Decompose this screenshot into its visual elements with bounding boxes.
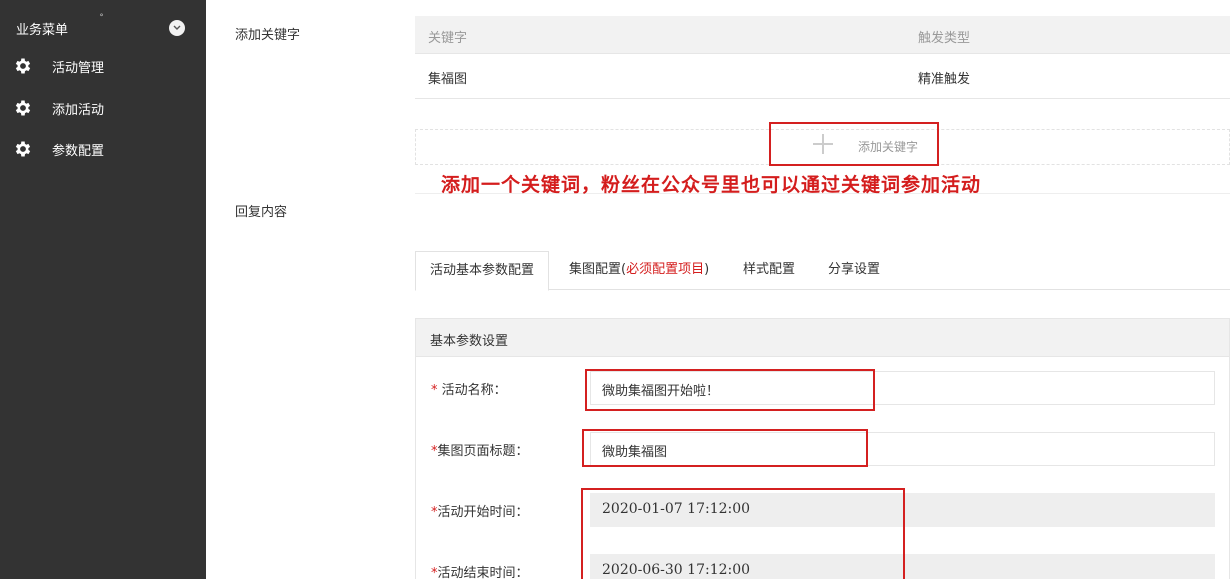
tab-label: 样式配置 bbox=[743, 262, 796, 277]
column-header-trigger-type: 触发类型 bbox=[918, 31, 971, 46]
keywords-table: 关键字 触发类型 集福图 精准触发 bbox=[415, 16, 1230, 99]
field-label-text: 活动结束时间： bbox=[437, 566, 529, 579]
sidebar-item-label: 添加活动 bbox=[52, 103, 105, 118]
tab-share-settings[interactable]: 分享设置 bbox=[828, 251, 880, 290]
config-tabs: 活动基本参数配置 集图配置(必须配置项目) 样式配置 分享设置 bbox=[415, 251, 1230, 291]
activity-name-label: * 活动名称： bbox=[431, 379, 507, 398]
tab-label: 活动基本参数配置 bbox=[430, 263, 535, 278]
trigger-type-cell: 精准触发 bbox=[918, 72, 971, 87]
column-header-keyword: 关键字 bbox=[428, 31, 468, 46]
field-label-text: 集图页面标题： bbox=[437, 444, 529, 459]
sidebar-title-dot: ˚ bbox=[99, 14, 104, 25]
collapse-toggle-button[interactable] bbox=[169, 20, 185, 36]
plus-icon bbox=[813, 134, 833, 154]
sidebar-title: 业务菜单 bbox=[16, 23, 69, 38]
sidebar-header: 业务菜单 ˚ bbox=[0, 12, 206, 44]
annotation-text: 添加一个关键词，粉丝在公众号里也可以通过关键词参加活动 bbox=[441, 174, 982, 196]
end-time-label: *活动结束时间： bbox=[431, 562, 529, 579]
page-title-label: *集图页面标题： bbox=[431, 440, 529, 459]
sidebar-item-parameter-config[interactable]: 参数配置 bbox=[0, 131, 206, 167]
tab-label-suffix: ) bbox=[704, 262, 710, 277]
tab-collect-config[interactable]: 集图配置(必须配置项目) bbox=[569, 251, 709, 290]
add-keyword-button[interactable]: 添加关键字 bbox=[769, 122, 939, 166]
keywords-section-label: 添加关键字 bbox=[235, 28, 301, 43]
reply-section-label: 回复内容 bbox=[235, 205, 288, 220]
tab-basic-params[interactable]: 活动基本参数配置 bbox=[415, 251, 550, 291]
sidebar: 业务菜单 ˚ 活动管理 添加活动 参数配置 bbox=[0, 0, 206, 579]
sidebar-item-activity-management[interactable]: 活动管理 bbox=[0, 48, 206, 84]
panel-title: 基本参数设置 bbox=[416, 319, 1229, 357]
tab-label: 分享设置 bbox=[828, 262, 881, 277]
required-star: * bbox=[431, 383, 442, 398]
tab-label-required: 必须配置项目 bbox=[626, 262, 705, 277]
gear-icon bbox=[15, 58, 31, 74]
sidebar-item-label: 参数配置 bbox=[52, 144, 105, 159]
start-time-input[interactable]: 2020-01-07 17:12:00 bbox=[590, 493, 1215, 527]
tab-label-prefix: 集图配置( bbox=[569, 262, 627, 277]
chevron-down-icon bbox=[173, 25, 181, 30]
tab-style-config[interactable]: 样式配置 bbox=[743, 251, 795, 290]
start-time-label: *活动开始时间： bbox=[431, 501, 529, 520]
page-title-input[interactable]: 微助集福图 bbox=[590, 432, 1215, 466]
gear-icon bbox=[15, 141, 31, 157]
sidebar-item-add-activity[interactable]: 添加活动 bbox=[0, 90, 206, 126]
field-label-text: 活动名称： bbox=[441, 383, 507, 398]
field-label-text: 活动开始时间： bbox=[437, 505, 529, 520]
activity-name-input[interactable]: 微助集福图开始啦！ bbox=[590, 371, 1215, 405]
table-row[interactable]: 集福图 精准触发 bbox=[415, 54, 1230, 99]
gear-icon bbox=[15, 100, 31, 116]
table-header: 关键字 触发类型 bbox=[415, 16, 1230, 54]
sidebar-item-label: 活动管理 bbox=[52, 61, 105, 76]
add-keyword-label: 添加关键字 bbox=[858, 140, 919, 154]
end-time-input[interactable]: 2020-06-30 17:12:00 bbox=[590, 554, 1215, 579]
keyword-cell: 集福图 bbox=[428, 72, 468, 87]
